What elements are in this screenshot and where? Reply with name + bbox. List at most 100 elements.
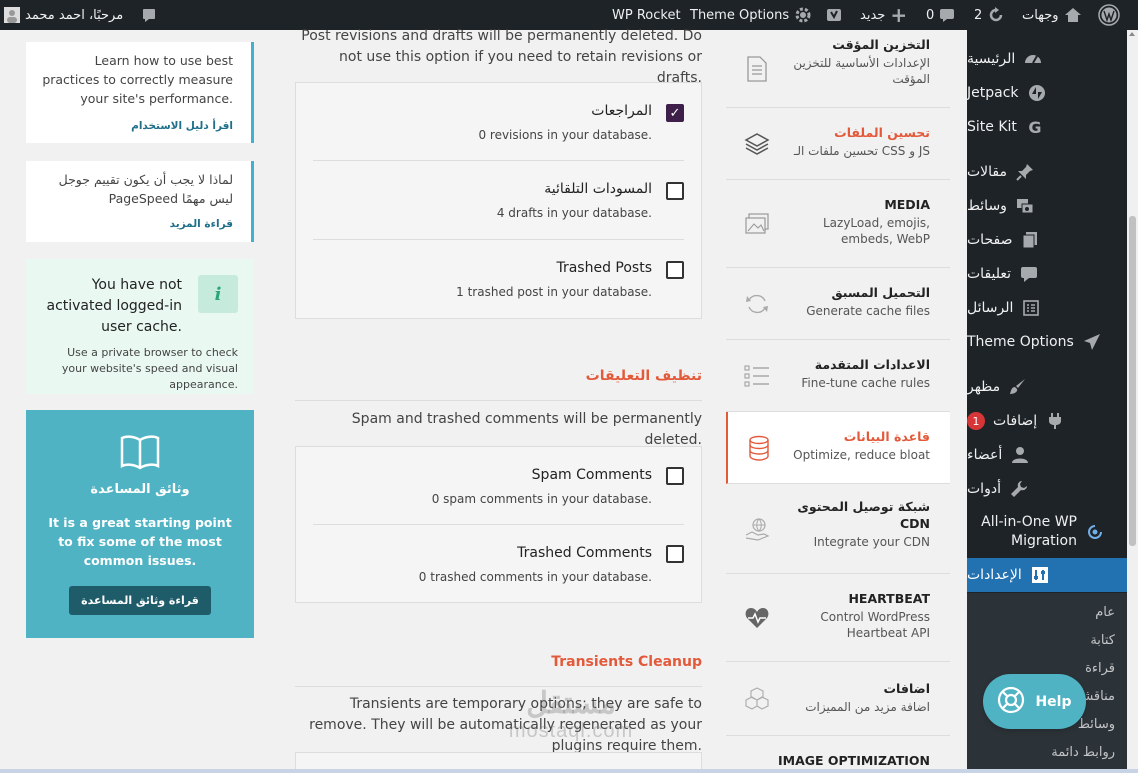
scrollbar-thumb[interactable] bbox=[1129, 216, 1136, 546]
option-row[interactable]: Trashed Posts 1 trashed post in your dat… bbox=[313, 240, 684, 318]
section-divider bbox=[295, 400, 702, 401]
home-icon bbox=[1064, 6, 1082, 24]
nav-heartbeat[interactable]: HEARTBEAT Control WordPress Heartbeat API bbox=[726, 574, 950, 662]
cubes-icon bbox=[740, 682, 774, 716]
comments-icon bbox=[1019, 264, 1039, 284]
menu-plugins[interactable]: إضافات 1 bbox=[967, 409, 1127, 433]
posts-cleanup-box: ✓ المراجعات 0 revisions in your database… bbox=[295, 82, 702, 319]
nav-image-optimization[interactable]: IMAGE OPTIMIZATION bbox=[726, 736, 950, 773]
menu-comments[interactable]: تعليقات bbox=[967, 262, 1127, 286]
option-label: المراجعات bbox=[591, 103, 652, 119]
menu-posts[interactable]: مقالات bbox=[967, 160, 1127, 184]
trashed-comments-checkbox[interactable] bbox=[666, 545, 684, 563]
nav-advanced-rules[interactable]: الاعدادات المتقدمة Fine-tune cache rules bbox=[726, 340, 950, 412]
menu-site-kit[interactable]: G Site Kit bbox=[967, 115, 1127, 139]
nav-subtitle: Control WordPress Heartbeat API bbox=[820, 610, 930, 640]
submenu-general[interactable]: عام bbox=[1095, 605, 1115, 620]
plugins-update-badge: 1 bbox=[967, 412, 985, 430]
nav-subtitle: Optimize, reduce bloat bbox=[793, 448, 930, 462]
option-desc: 0 trashed comments in your database. bbox=[418, 570, 652, 584]
theme-options-label: Theme Options bbox=[690, 7, 790, 23]
option-desc: 0 spam comments in your database. bbox=[431, 492, 652, 506]
spam-comments-checkbox[interactable] bbox=[666, 467, 684, 485]
submenu-writing[interactable]: كتابة bbox=[1090, 633, 1115, 648]
nav-subtitle: LazyLoad, emojis, embeds, WebP bbox=[822, 216, 930, 246]
menu-settings[interactable]: الإعدادات bbox=[967, 558, 1127, 592]
option-desc: 1 trashed post in your database. bbox=[456, 285, 652, 299]
menu-label: Theme Options bbox=[967, 334, 1074, 350]
nav-title: التحميل المسبق bbox=[831, 285, 930, 300]
jetpack-icon bbox=[1027, 83, 1047, 103]
my-account[interactable]: مرحبًا، احمد محمد bbox=[4, 0, 123, 30]
lifebuoy-icon bbox=[997, 686, 1025, 718]
option-row[interactable]: المسودات التلقائية 4 drafts in your data… bbox=[313, 161, 684, 240]
new-content-menu[interactable]: جديد + bbox=[860, 0, 907, 30]
updates-menu[interactable]: 2 bbox=[974, 0, 1005, 30]
read-guide-link[interactable]: اقرأ دليل الاستخدام bbox=[131, 120, 233, 132]
yoast-icon[interactable] bbox=[826, 0, 842, 30]
menu-dashboard[interactable]: الرئيسية bbox=[967, 47, 1127, 71]
option-row[interactable]: Spam Comments 0 spam comments in your da… bbox=[313, 447, 684, 525]
card-text: Learn how to use best practices to corre… bbox=[42, 53, 233, 106]
menu-all-in-one-migration[interactable]: All-in-One WP Migration bbox=[967, 512, 1127, 552]
option-row[interactable]: ✓ المراجعات 0 revisions in your database… bbox=[313, 83, 684, 161]
read-help-docs-button[interactable]: قراءة وثائق المساعدة bbox=[69, 586, 211, 615]
wordpress-logo-icon[interactable] bbox=[1098, 0, 1120, 30]
wrench-icon bbox=[1009, 479, 1029, 499]
menu-users[interactable]: أعضاء bbox=[967, 443, 1127, 467]
menu-label: مظهر bbox=[967, 379, 1001, 395]
notice-title: You have not activated logged-in user ca… bbox=[46, 277, 182, 335]
measure-performance-card: Learn how to use best practices to corre… bbox=[26, 42, 254, 143]
page-scrollbar[interactable] bbox=[1127, 30, 1138, 773]
list-icon bbox=[740, 359, 774, 393]
comments-menu[interactable]: 0 bbox=[926, 0, 955, 30]
menu-label: الرئيسية bbox=[967, 51, 1016, 67]
option-row[interactable]: Trashed Comments 0 trashed comments in y… bbox=[313, 525, 684, 603]
submenu-permalinks[interactable]: روابط دائمة bbox=[1051, 745, 1115, 760]
nav-cdn[interactable]: شبكة توصيل المحتوى CDN Integrate your CDN bbox=[726, 484, 950, 574]
nav-media[interactable]: MEDIA LazyLoad, emojis, embeds, WebP bbox=[726, 180, 950, 268]
notifications-icon[interactable] bbox=[141, 0, 157, 30]
nav-addons[interactable]: اضافات اضافة مزيد من المميزات bbox=[726, 662, 950, 736]
menu-label: صفحات bbox=[967, 232, 1013, 248]
menu-messages[interactable]: الرسائل bbox=[967, 296, 1127, 320]
pin-icon bbox=[1015, 162, 1035, 182]
help-widget-button[interactable]: Help bbox=[983, 674, 1086, 729]
plane-icon bbox=[1082, 332, 1102, 352]
new-label: جديد bbox=[860, 7, 886, 23]
nav-preload[interactable]: التحميل المسبق Generate cache files bbox=[726, 268, 950, 340]
settings-icon bbox=[1030, 565, 1050, 585]
nav-title: الاعدادات المتقدمة bbox=[814, 357, 930, 372]
site-name-menu[interactable]: وجهات bbox=[1022, 0, 1082, 30]
menu-theme-options[interactable]: Theme Options bbox=[967, 330, 1127, 354]
nav-title: التخزين المؤقت bbox=[832, 37, 930, 52]
avatar bbox=[4, 7, 20, 23]
read-more-link[interactable]: قراءة المزيد bbox=[170, 218, 233, 230]
submenu-reading[interactable]: قراءة bbox=[1085, 661, 1115, 676]
menu-media[interactable]: وسائط bbox=[967, 194, 1127, 218]
comment-bubble-icon bbox=[939, 7, 955, 23]
theme-options-menu[interactable]: Theme Options bbox=[690, 0, 812, 30]
layers-icon bbox=[740, 127, 774, 161]
nav-subtitle: Generate cache files bbox=[806, 304, 930, 318]
database-settings: Post revisions and drafts will be perman… bbox=[270, 28, 726, 773]
menu-appearance[interactable]: مظهر bbox=[967, 375, 1127, 399]
watermark: مستقل mostaql.com bbox=[496, 688, 646, 743]
auto-drafts-checkbox[interactable] bbox=[666, 182, 684, 200]
nav-title: HEARTBEAT bbox=[848, 591, 930, 606]
nav-cache[interactable]: التخزين المؤقت الإعدادات الأساسية للتخزين… bbox=[726, 30, 950, 108]
scroll-up-arrow-icon[interactable] bbox=[1129, 32, 1135, 36]
plugin-icon bbox=[1045, 411, 1065, 431]
nav-database[interactable]: قاعدة البيانات Optimize, reduce bloat bbox=[726, 412, 950, 484]
admin-menu: الرئيسية Jetpack G Site Kit مقالات وسائط … bbox=[966, 30, 1127, 773]
card-text: لماذا لا يجب أن يكون تقييم جوجل PageSpee… bbox=[58, 172, 233, 206]
menu-jetpack[interactable]: Jetpack bbox=[967, 81, 1127, 105]
nav-title: اضافات bbox=[883, 681, 931, 696]
notice-text: Use a private browser to check your webs… bbox=[61, 346, 238, 391]
revisions-checkbox[interactable]: ✓ bbox=[666, 104, 684, 122]
menu-tools[interactable]: أدوات bbox=[967, 477, 1127, 501]
menu-pages[interactable]: صفحات bbox=[967, 228, 1127, 252]
trashed-posts-checkbox[interactable] bbox=[666, 261, 684, 279]
submenu-media[interactable]: وسائط bbox=[1078, 717, 1115, 732]
nav-file-optimization[interactable]: تحسين الملفات تحسين ملفات الـ CSS و JS bbox=[726, 108, 950, 180]
